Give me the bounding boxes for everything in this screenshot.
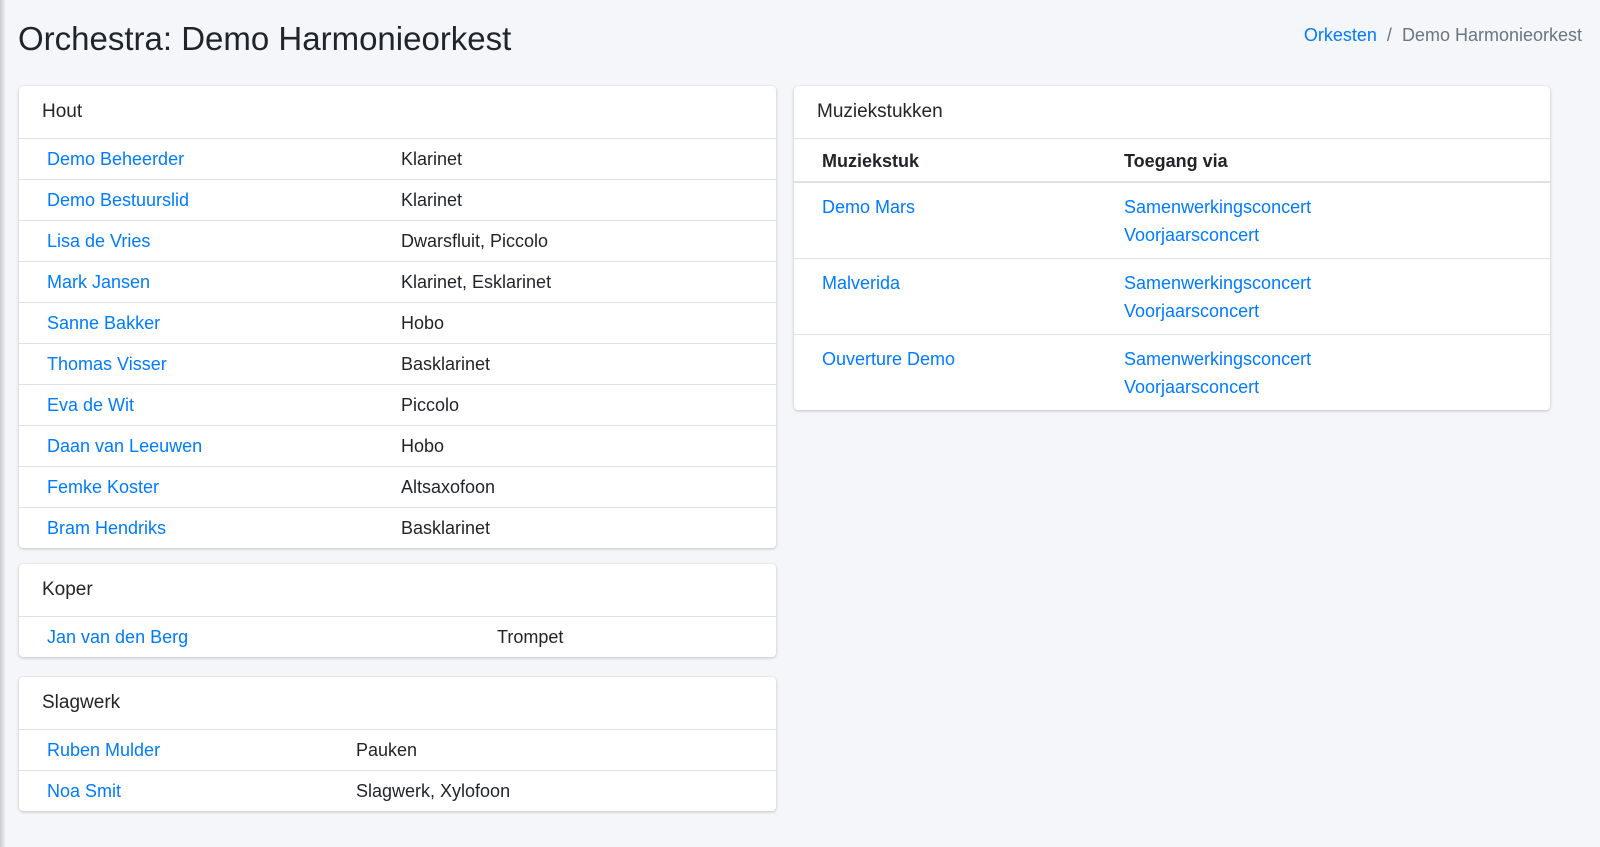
table-row: Daan van Leeuwen Hobo <box>19 425 776 467</box>
table-row: Demo Beheerder Klarinet <box>19 139 776 180</box>
breadcrumb-current: Demo Harmonieorkest <box>1401 24 1582 45</box>
concert-link[interactable]: Samenwerkingsconcert <box>1124 345 1522 373</box>
member-instrument: Dwarsfluit, Piccolo <box>373 220 776 262</box>
member-table: Demo Beheerder Klarinet Demo Bestuurslid… <box>19 139 776 548</box>
piece-link[interactable]: Malverida <box>822 273 900 293</box>
member-link[interactable]: Lisa de Vries <box>47 231 150 251</box>
member-table: Ruben Mulder Pauken Noa Smit Slagwerk, X… <box>19 730 776 811</box>
table-row: Bram Hendriks Basklarinet <box>19 507 776 548</box>
member-link[interactable]: Thomas Visser <box>47 354 167 374</box>
member-instrument: Slagwerk, Xylofoon <box>328 770 776 811</box>
sidebar-edge-shadow <box>0 0 6 847</box>
section-title: Slagwerk <box>19 677 776 730</box>
member-instrument: Hobo <box>373 302 776 344</box>
pieces-card: Muziekstukken Muziekstuk Toegang via Dem… <box>794 86 1550 410</box>
member-link[interactable]: Demo Bestuurslid <box>47 190 189 210</box>
concert-link[interactable]: Samenwerkingsconcert <box>1124 269 1522 297</box>
member-link[interactable]: Noa Smit <box>47 781 121 801</box>
table-row: Noa Smit Slagwerk, Xylofoon <box>19 770 776 811</box>
member-instrument: Altsaxofoon <box>373 466 776 508</box>
page-header: Orchestra: Demo Harmonieorkest Orkesten … <box>18 16 1582 62</box>
concert-link[interactable]: Voorjaarsconcert <box>1124 373 1522 401</box>
column-header-piece: Muziekstuk <box>794 139 1096 183</box>
member-instrument: Klarinet, Esklarinet <box>373 261 776 303</box>
page-title: Orchestra: Demo Harmonieorkest <box>18 20 512 57</box>
member-link[interactable]: Bram Hendriks <box>47 518 166 538</box>
table-row: Jan van den Berg Trompet <box>19 617 776 657</box>
member-link[interactable]: Sanne Bakker <box>47 313 160 333</box>
concert-link[interactable]: Samenwerkingsconcert <box>1124 193 1522 221</box>
table-row: Ruben Mulder Pauken <box>19 730 776 771</box>
section-card-hout: Hout Demo Beheerder Klarinet Demo Bestuu… <box>19 86 776 548</box>
member-instrument: Basklarinet <box>373 343 776 385</box>
member-instrument: Basklarinet <box>373 507 776 548</box>
member-instrument: Trompet <box>497 626 564 647</box>
table-row: Sanne Bakker Hobo <box>19 302 776 344</box>
section-title: Hout <box>19 86 776 139</box>
member-link[interactable]: Ruben Mulder <box>47 740 160 760</box>
table-row: Femke Koster Altsaxofoon <box>19 466 776 508</box>
concert-link[interactable]: Voorjaarsconcert <box>1124 221 1522 249</box>
table-row: Thomas Visser Basklarinet <box>19 343 776 385</box>
table-row: Demo Mars Samenwerkingsconcert Voorjaars… <box>794 182 1550 259</box>
member-instrument: Klarinet <box>373 179 776 221</box>
section-card-slagwerk: Slagwerk Ruben Mulder Pauken Noa Smit Sl… <box>19 677 776 811</box>
member-instrument: Pauken <box>356 739 418 760</box>
piece-link[interactable]: Ouverture Demo <box>822 349 955 369</box>
member-link[interactable]: Eva de Wit <box>47 395 134 415</box>
member-instrument: Klarinet <box>401 148 463 169</box>
pieces-header-row: Muziekstuk Toegang via <box>794 139 1550 183</box>
member-instrument: Hobo <box>373 425 776 467</box>
member-link[interactable]: Femke Koster <box>47 477 159 497</box>
table-row: Malverida Samenwerkingsconcert Voorjaars… <box>794 258 1550 335</box>
table-row: Demo Bestuurslid Klarinet <box>19 179 776 221</box>
table-row: Lisa de Vries Dwarsfluit, Piccolo <box>19 220 776 262</box>
table-row: Mark Jansen Klarinet, Esklarinet <box>19 261 776 303</box>
table-row: Ouverture Demo Samenwerkingsconcert Voor… <box>794 334 1550 410</box>
section-card-koper: Koper Jan van den Berg Trompet <box>19 564 776 657</box>
member-table: Jan van den Berg Trompet <box>19 617 776 657</box>
member-instrument: Piccolo <box>373 384 776 426</box>
breadcrumb: Orkesten / Demo Harmonieorkest <box>1304 25 1582 46</box>
concert-link[interactable]: Voorjaarsconcert <box>1124 297 1522 325</box>
piece-link[interactable]: Demo Mars <box>822 197 915 217</box>
member-link[interactable]: Daan van Leeuwen <box>47 436 202 456</box>
table-row: Eva de Wit Piccolo <box>19 384 776 426</box>
member-link[interactable]: Jan van den Berg <box>47 627 188 647</box>
section-title: Koper <box>19 564 776 617</box>
column-header-access: Toegang via <box>1096 139 1550 183</box>
pieces-title: Muziekstukken <box>794 86 1550 139</box>
member-link[interactable]: Demo Beheerder <box>47 149 184 169</box>
breadcrumb-link-orkesten[interactable]: Orkesten <box>1304 25 1377 46</box>
member-link[interactable]: Mark Jansen <box>47 272 150 292</box>
pieces-table: Muziekstuk Toegang via Demo Mars Samenwe… <box>794 139 1550 410</box>
breadcrumb-separator: / <box>1386 24 1392 45</box>
